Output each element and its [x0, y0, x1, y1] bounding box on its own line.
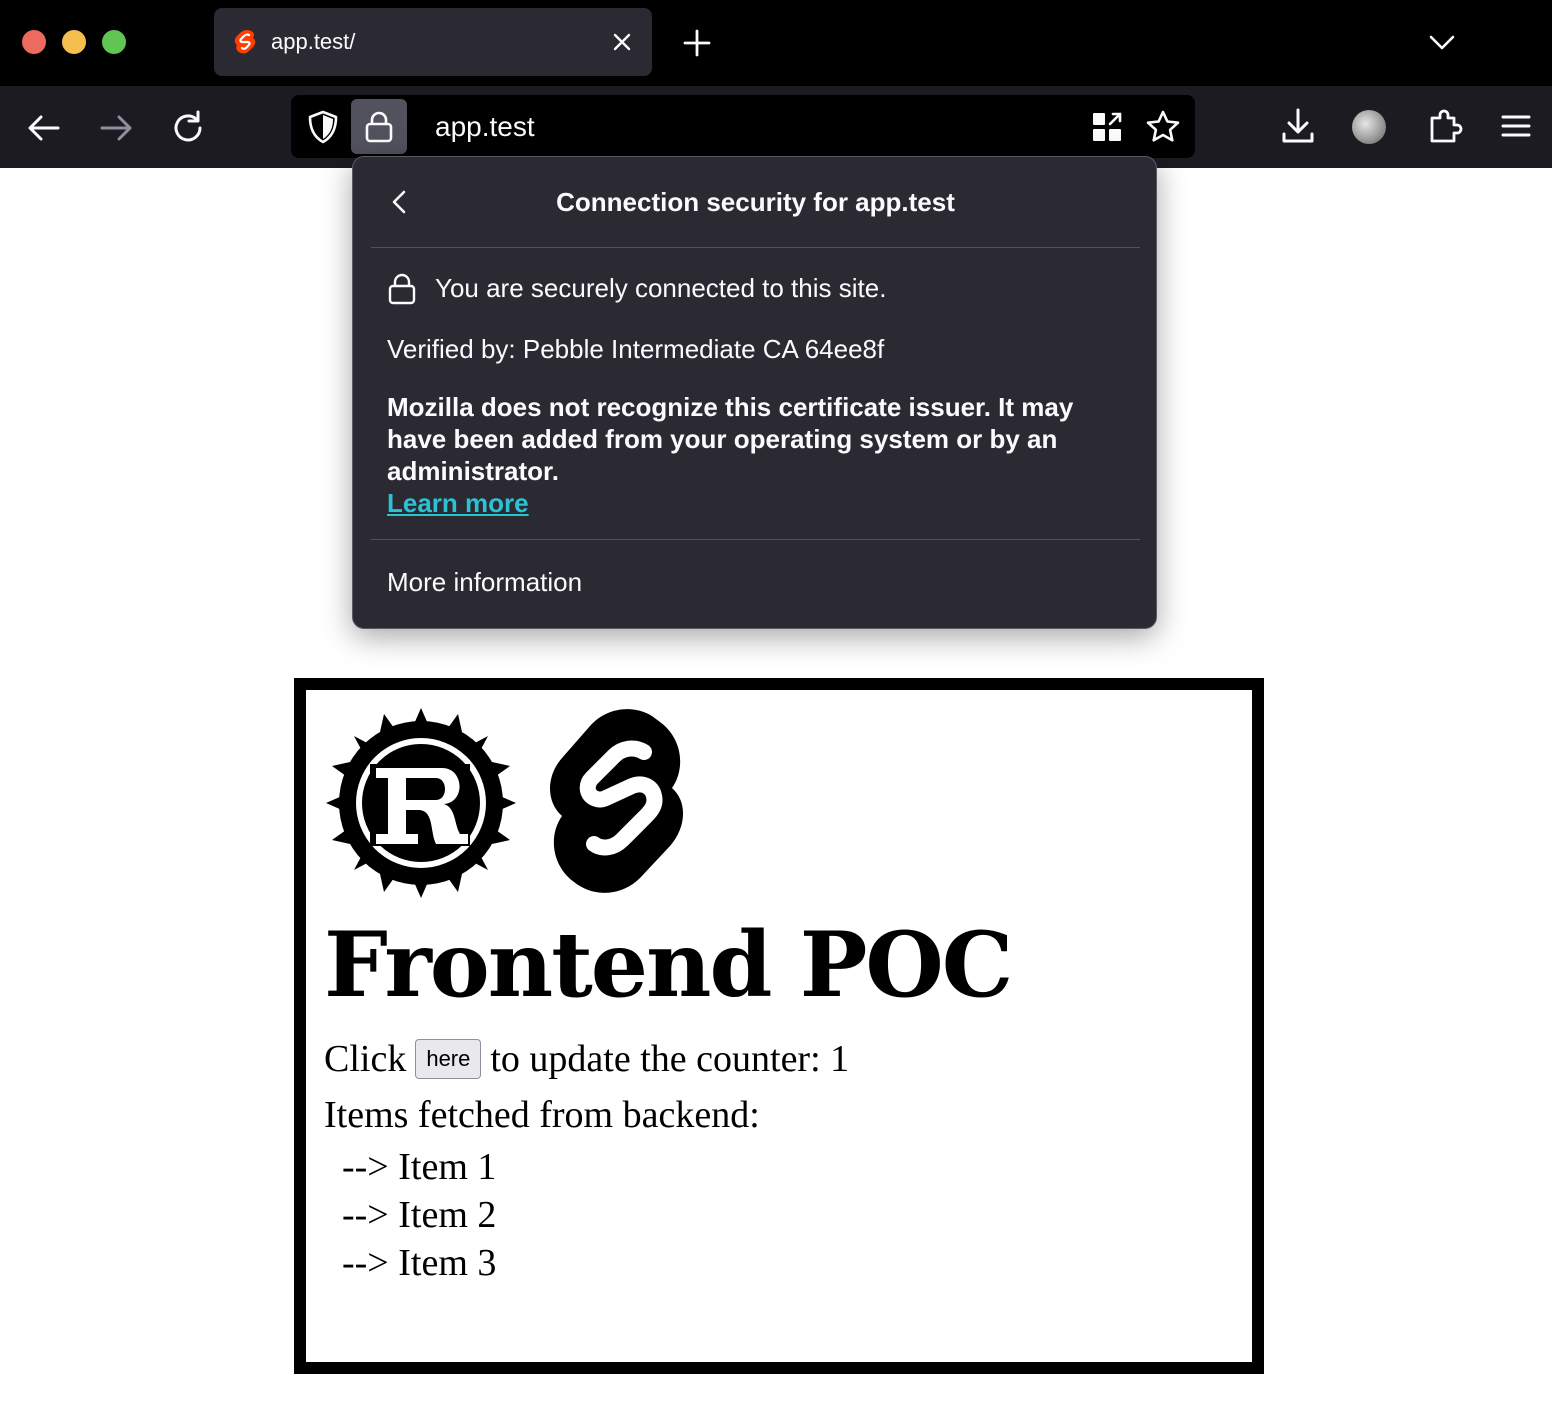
download-icon[interactable] [1278, 106, 1318, 146]
verified-by-text: Verified by: Pebble Intermediate CA 64ee… [387, 334, 885, 364]
window-minimize-button[interactable] [62, 30, 86, 54]
list-item: --> Item 2 [342, 1194, 497, 1236]
issuer-warning-text: Mozilla does not recognize this certific… [387, 392, 1074, 486]
window-close-button[interactable] [22, 30, 46, 54]
more-information-button[interactable]: More information [387, 565, 582, 599]
secure-connection-text: You are securely connected to this site. [435, 273, 887, 303]
url-bar[interactable]: app.test [291, 95, 1195, 158]
learn-more-link[interactable]: Learn more [387, 487, 529, 519]
app-container: Frontend POC Click here to update the co… [294, 678, 1264, 1374]
chevron-down-icon[interactable] [1426, 26, 1458, 58]
rust-logo-icon [326, 708, 516, 898]
shield-icon[interactable] [305, 109, 341, 145]
url-text[interactable]: app.test [435, 111, 535, 143]
window-maximize-button[interactable] [102, 30, 126, 54]
tab-app-test[interactable]: app.test/ [214, 8, 652, 76]
lock-icon [388, 273, 416, 305]
puzzle-icon[interactable] [1424, 106, 1464, 146]
svelte-logo-icon [550, 709, 684, 893]
account-avatar[interactable] [1352, 110, 1386, 144]
items-list: --> Item 1 --> Item 2 --> Item 3 [342, 1144, 496, 1288]
list-item: --> Item 1 [342, 1146, 497, 1188]
counter-prefix: Click [324, 1038, 407, 1080]
new-tab-plus-icon[interactable] [680, 26, 714, 60]
counter-text: to update the counter: 1 [490, 1038, 850, 1080]
counter-line: Click here to update the counter: 1 [324, 1036, 849, 1082]
connection-security-panel: Connection security for app.test You are… [352, 156, 1157, 629]
tab-title: app.test/ [271, 29, 356, 54]
star-icon[interactable] [1145, 109, 1181, 145]
close-icon[interactable] [608, 28, 636, 56]
tab-bar: app.test/ [0, 0, 1552, 86]
lock-icon [365, 111, 393, 143]
svelte-favicon-icon [234, 29, 256, 54]
items-heading: Items fetched from backend: [324, 1094, 760, 1136]
increment-counter-button[interactable]: here [415, 1039, 482, 1079]
hamburger-menu-icon[interactable] [1496, 106, 1536, 146]
qr-code-icon[interactable] [1091, 111, 1123, 143]
forward-arrow-icon[interactable] [96, 108, 136, 148]
panel-title: Connection security for app.test [556, 187, 955, 217]
back-arrow-icon[interactable] [24, 108, 64, 148]
reload-icon[interactable] [168, 108, 208, 148]
divider [371, 247, 1140, 248]
site-info-button[interactable] [351, 99, 407, 154]
page-title: Frontend POC [324, 912, 1013, 1018]
logos [324, 704, 724, 904]
list-item: --> Item 3 [342, 1242, 497, 1284]
divider [371, 539, 1140, 540]
